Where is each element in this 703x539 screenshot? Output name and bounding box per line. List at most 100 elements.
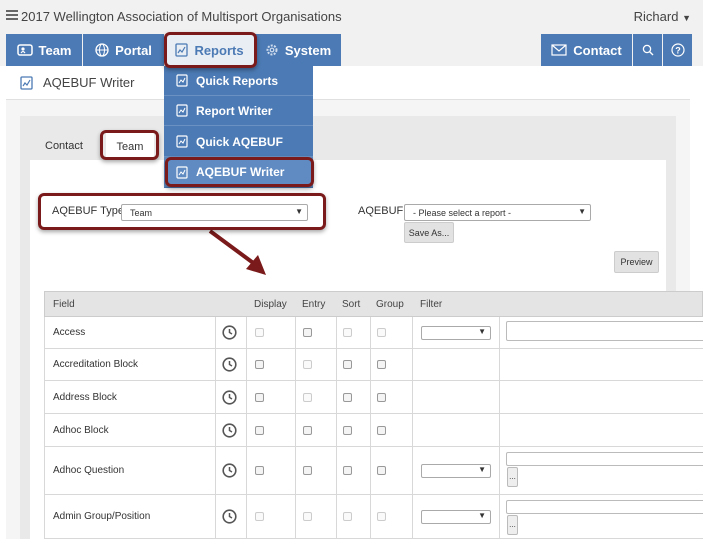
menu-report-writer-label: Report Writer: [196, 103, 273, 118]
gear-icon: [266, 44, 278, 56]
display-checkbox[interactable]: [255, 426, 264, 435]
report-select[interactable]: - Please select a report - ▼: [404, 204, 591, 221]
table-row: Admin Group/Position ▼...: [44, 495, 703, 539]
history-icon[interactable]: [222, 423, 237, 438]
user-name: Richard: [633, 9, 679, 24]
group-checkbox[interactable]: [377, 328, 386, 337]
table-row: Adhoc Question ▼...: [44, 447, 703, 495]
filter-select[interactable]: ▼: [421, 464, 491, 478]
sort-checkbox[interactable]: [343, 360, 352, 369]
sort-checkbox[interactable]: [343, 393, 352, 402]
save-as-button[interactable]: Save As...: [404, 222, 454, 243]
nav-contact-label: Contact: [573, 42, 622, 58]
display-checkbox[interactable]: [255, 512, 264, 521]
history-icon[interactable]: [222, 463, 237, 478]
history-icon[interactable]: [222, 357, 237, 372]
history-icon[interactable]: [222, 325, 237, 340]
row-field-name: Address Block: [53, 392, 117, 403]
report-label: AQEBUF: [358, 205, 404, 217]
report-icon: [176, 74, 188, 87]
sort-checkbox[interactable]: [343, 466, 352, 475]
row-field-name: Admin Group/Position: [53, 511, 151, 522]
envelope-icon: [551, 44, 567, 56]
col-display: Display: [254, 299, 287, 310]
table-header: Field Display Entry Sort Group Filter: [44, 291, 703, 317]
nav-portal-label: Portal: [115, 42, 152, 58]
highlight-type: [38, 193, 326, 230]
entry-checkbox[interactable]: [303, 360, 312, 369]
tab-contact[interactable]: Contact: [45, 131, 83, 161]
team-icon: [16, 44, 33, 56]
highlight-aqebuf-writer: [165, 157, 314, 187]
search-button[interactable]: [633, 34, 662, 66]
preview-button[interactable]: Preview: [614, 251, 659, 273]
svg-text:?: ?: [675, 46, 681, 56]
filter-lookup-button[interactable]: ...: [507, 467, 518, 487]
page-header: AQEBUF Writer: [6, 66, 690, 100]
group-checkbox[interactable]: [377, 360, 386, 369]
highlight-reports: [164, 32, 257, 68]
nav-portal[interactable]: Portal: [83, 34, 164, 66]
sort-checkbox[interactable]: [343, 328, 352, 337]
display-checkbox[interactable]: [255, 466, 264, 475]
entry-checkbox[interactable]: [303, 512, 312, 521]
caret-down-icon: ▼: [478, 511, 486, 520]
menu-quick-aqebuf[interactable]: Quick AQEBUF: [164, 127, 313, 157]
caret-down-icon: ▼: [478, 465, 486, 474]
col-sort: Sort: [342, 299, 361, 310]
entry-checkbox[interactable]: [303, 328, 312, 337]
filter-value-input[interactable]: [506, 500, 703, 514]
entry-checkbox[interactable]: [303, 393, 312, 402]
help-icon: ?: [670, 43, 685, 57]
menu-quick-reports[interactable]: Quick Reports: [164, 66, 313, 96]
org-title: 2017 Wellington Association of Multispor…: [21, 9, 342, 24]
top-bar: 2017 Wellington Association of Multispor…: [0, 0, 703, 34]
nav-team[interactable]: Team: [6, 34, 82, 66]
menu-report-writer[interactable]: Report Writer: [164, 96, 313, 126]
report-select-value: - Please select a report -: [413, 208, 512, 218]
help-button[interactable]: ?: [663, 34, 692, 66]
filter-select[interactable]: ▼: [421, 510, 491, 524]
entry-checkbox[interactable]: [303, 426, 312, 435]
group-checkbox[interactable]: [377, 466, 386, 475]
nav-system-label: System: [284, 42, 332, 58]
report-icon: [176, 135, 188, 148]
filter-select[interactable]: ▼: [421, 326, 491, 340]
group-checkbox[interactable]: [377, 393, 386, 402]
filter-value-input[interactable]: [506, 321, 703, 341]
menu-quick-aqebuf-label: Quick AQEBUF: [196, 134, 283, 149]
nav-system[interactable]: System: [255, 34, 341, 66]
group-checkbox[interactable]: [377, 426, 386, 435]
menu-quick-reports-label: Quick Reports: [196, 73, 279, 88]
tab-contact-label: Contact: [45, 140, 83, 152]
nav-team-label: Team: [38, 42, 72, 58]
row-field-name: Access: [53, 327, 86, 338]
display-checkbox[interactable]: [255, 328, 264, 337]
highlight-team-tab: [100, 130, 159, 160]
display-checkbox[interactable]: [255, 360, 264, 369]
filter-lookup-button[interactable]: ...: [507, 515, 518, 535]
globe-icon: [95, 43, 109, 57]
table-row: Access ▼: [44, 317, 703, 349]
entry-checkbox[interactable]: [303, 466, 312, 475]
user-menu[interactable]: Richard ▼: [634, 9, 691, 24]
report-icon: [176, 104, 188, 117]
list-icon: [6, 10, 18, 22]
filter-value-input[interactable]: [506, 452, 703, 466]
table-row: Accreditation Block: [44, 349, 703, 381]
sort-checkbox[interactable]: [343, 512, 352, 521]
annotation-arrow: [208, 229, 266, 275]
nav-contact[interactable]: Contact: [541, 34, 632, 66]
col-field: Field: [53, 299, 75, 310]
history-icon[interactable]: [222, 390, 237, 405]
col-group: Group: [376, 299, 404, 310]
row-field-name: Adhoc Block: [53, 425, 109, 436]
main-nav: Team Portal Reports System Contact ?: [0, 34, 703, 66]
sort-checkbox[interactable]: [343, 426, 352, 435]
display-checkbox[interactable]: [255, 393, 264, 402]
history-icon[interactable]: [222, 509, 237, 524]
search-icon: [642, 44, 653, 56]
group-checkbox[interactable]: [377, 512, 386, 521]
caret-down-icon: ▼: [578, 207, 586, 216]
row-field-name: Adhoc Question: [53, 465, 125, 476]
